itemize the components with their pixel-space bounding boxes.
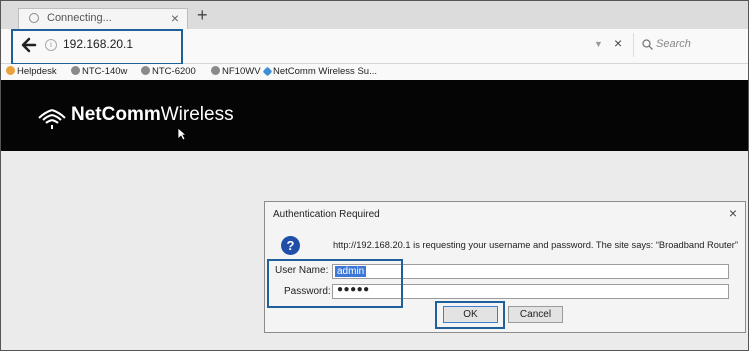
bookmark-netcomm-support[interactable]: NetComm Wireless Su... xyxy=(262,66,377,77)
dialog-title: Authentication Required xyxy=(273,209,380,220)
bookmarks-bar: Helpdesk NTC-140w NTC-6200 NF10WV NetCom… xyxy=(1,64,748,81)
globe-icon xyxy=(211,66,220,75)
search-placeholder: Search xyxy=(656,38,691,50)
netcomm-logo-icon xyxy=(38,109,66,129)
bookmark-label: NetComm Wireless Su... xyxy=(273,66,377,77)
globe-icon xyxy=(71,66,80,75)
question-icon: ? xyxy=(281,236,300,255)
netcomm-favicon-icon xyxy=(262,66,273,77)
bookmark-nf10wv[interactable]: NF10WV xyxy=(211,66,261,77)
ok-button-highlight xyxy=(435,301,505,329)
credentials-highlight xyxy=(267,259,403,308)
loading-spinner-icon xyxy=(29,13,39,23)
mouse-cursor-icon xyxy=(177,127,187,141)
cancel-button[interactable]: Cancel xyxy=(508,306,563,323)
bookmark-label: NTC-140w xyxy=(82,66,128,77)
helpdesk-favicon-icon xyxy=(6,66,15,75)
bookmark-label: Helpdesk xyxy=(17,66,57,77)
netcomm-brand: NetCommWireless xyxy=(71,104,234,125)
search-icon xyxy=(642,39,653,50)
tab-strip: Connecting... × + xyxy=(1,1,748,29)
authentication-dialog: Authentication Required × ? http://192.1… xyxy=(264,201,746,333)
bookmark-ntc-6200[interactable]: NTC-6200 xyxy=(141,66,196,77)
new-tab-button[interactable]: + xyxy=(197,5,208,26)
bookmark-label: NTC-6200 xyxy=(152,66,196,77)
bookmark-ntc-140w[interactable]: NTC-140w xyxy=(71,66,127,77)
dialog-close-button[interactable]: × xyxy=(729,205,737,221)
netcomm-header: NetCommWireless xyxy=(1,80,748,151)
bookmark-label: NF10WV xyxy=(222,66,261,77)
auth-message: http://192.168.20.1 is requesting your u… xyxy=(333,240,738,250)
tab-close-button[interactable]: × xyxy=(171,10,179,26)
url-dropdown-icon[interactable]: ▼ xyxy=(594,39,603,49)
search-box[interactable]: Search xyxy=(633,33,748,57)
tab-connecting[interactable]: Connecting... × xyxy=(18,8,188,29)
address-bar-highlight xyxy=(11,29,183,65)
stop-loading-button[interactable]: × xyxy=(614,35,622,51)
globe-icon xyxy=(141,66,150,75)
bookmark-helpdesk[interactable]: Helpdesk xyxy=(6,66,57,77)
tab-title: Connecting... xyxy=(47,12,112,24)
browser-window: Connecting... × + i 192.168.20.1 ▼ × Sea… xyxy=(0,0,749,351)
